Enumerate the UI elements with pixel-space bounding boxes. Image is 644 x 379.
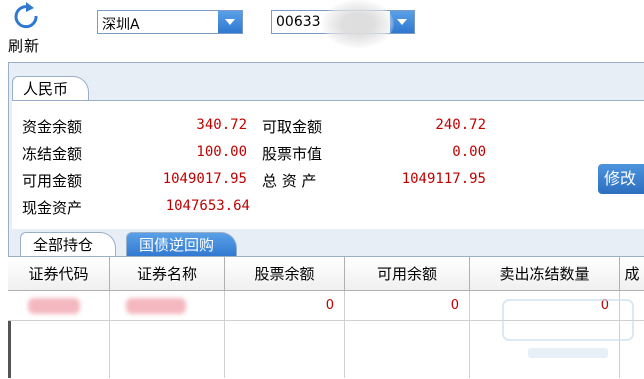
market-select-value: 深圳A (102, 17, 140, 33)
stock-value-label: 股票市值 (262, 145, 323, 163)
market-select[interactable]: 深圳A (97, 10, 243, 34)
chevron-down-icon[interactable] (218, 11, 242, 33)
redacted-name (126, 298, 186, 314)
cash-assets-value: 1047653.64 (165, 198, 250, 214)
available-value: 1049017.95 (162, 171, 247, 187)
column-header-sell-frozen[interactable]: 卖出冻结数量 (470, 257, 620, 291)
table-empty-area (110, 321, 225, 378)
frozen-label: 冻结金额 (22, 145, 83, 163)
column-header-available-balance[interactable]: 可用余额 (345, 257, 470, 291)
total-assets-value: 1049117.95 (401, 171, 486, 187)
column-header-code[interactable]: 证券代码 (8, 257, 110, 291)
position-tabs: 全部持仓 国债逆回购 (12, 232, 644, 257)
privacy-blur (322, 0, 394, 48)
tab-reverse-repo[interactable]: 国债逆回购 (126, 232, 238, 257)
refresh-button[interactable]: 刷新 (4, 2, 50, 58)
tab-all-positions[interactable]: 全部持仓 (20, 232, 117, 257)
table-empty-area (225, 321, 345, 378)
table-row-code[interactable] (8, 291, 110, 321)
toolbar: 刷新 深圳A 00633 (0, 0, 644, 62)
watermark-logo (498, 290, 638, 370)
total-assets-label: 总 资 产 (262, 172, 317, 190)
column-header-partial[interactable]: 成 (620, 257, 644, 291)
account-select-value: 00633 (276, 14, 321, 30)
tab-rmb[interactable]: 人民币 (12, 76, 90, 101)
cash-balance-value: 340.72 (196, 117, 247, 133)
table-empty-area (8, 321, 110, 378)
available-label: 可用金额 (22, 172, 83, 190)
modify-button[interactable]: 修改 (598, 164, 644, 194)
column-header-stock-balance[interactable]: 股票余额 (225, 257, 345, 291)
table-cell-available-balance[interactable]: 0 (345, 291, 470, 321)
withdrawable-value: 240.72 (435, 117, 486, 133)
redacted-code (28, 298, 80, 314)
table-cell-stock-balance[interactable]: 0 (225, 291, 345, 321)
stock-value-value: 0.00 (452, 144, 486, 160)
frozen-value: 100.00 (196, 144, 247, 160)
cash-balance-label: 资金余额 (22, 118, 83, 136)
refresh-icon (14, 2, 38, 29)
withdrawable-label: 可取金额 (262, 118, 323, 136)
cash-assets-label: 现金资产 (22, 199, 83, 217)
table-row-name[interactable] (110, 291, 225, 321)
refresh-label: 刷新 (8, 37, 41, 55)
table-empty-area (345, 321, 470, 378)
column-header-name[interactable]: 证券名称 (110, 257, 225, 291)
balance-summary (12, 100, 644, 229)
